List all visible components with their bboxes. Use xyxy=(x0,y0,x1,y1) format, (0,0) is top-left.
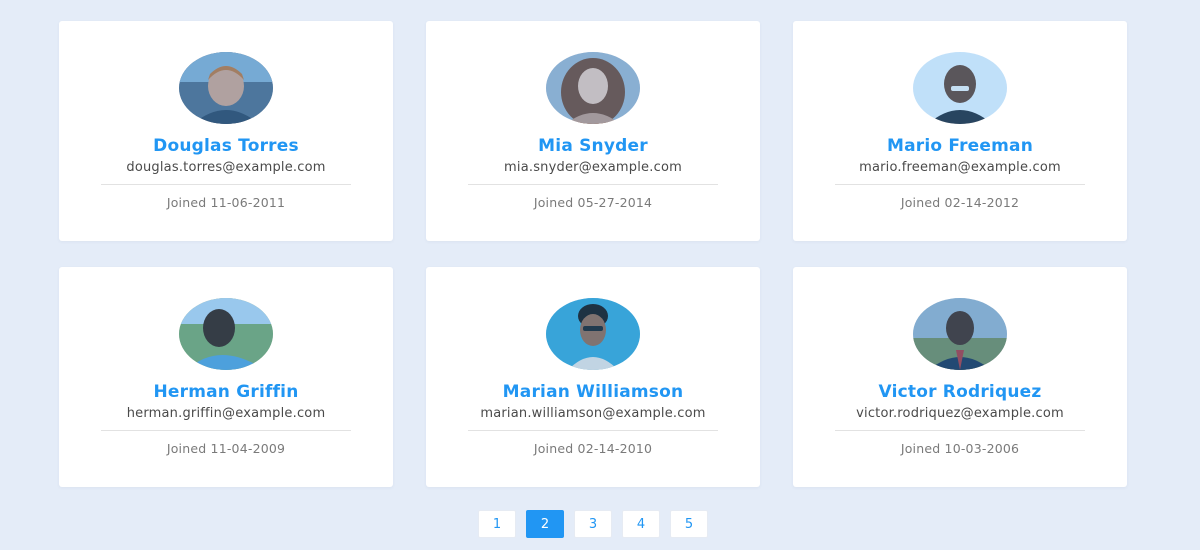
user-photo-icon xyxy=(546,52,640,124)
page-button-4[interactable]: 4 xyxy=(622,510,660,538)
user-email: mario.freeman@example.com xyxy=(859,160,1061,175)
card-divider xyxy=(468,184,718,185)
user-avatar xyxy=(913,298,1007,370)
pagination: 1 2 3 4 5 xyxy=(478,510,708,538)
user-joined-date: Joined 02-14-2010 xyxy=(533,441,653,456)
card-divider xyxy=(101,184,351,185)
page-button-2[interactable]: 2 xyxy=(526,510,564,538)
page-button-3[interactable]: 3 xyxy=(574,510,612,538)
user-card[interactable]: Herman Griffin herman.griffin@example.co… xyxy=(59,267,393,487)
user-name[interactable]: Herman Griffin xyxy=(153,382,298,402)
user-photo-icon xyxy=(913,298,1007,370)
user-card[interactable]: Mario Freeman mario.freeman@example.com … xyxy=(793,21,1127,241)
user-card[interactable]: Mia Snyder mia.snyder@example.com Joined… xyxy=(426,21,760,241)
user-card[interactable]: Marian Williamson marian.williamson@exam… xyxy=(426,267,760,487)
card-divider xyxy=(101,430,351,431)
user-email: herman.griffin@example.com xyxy=(126,406,326,421)
user-card-grid: Douglas Torres douglas.torres@example.co… xyxy=(59,21,1127,487)
user-photo-icon xyxy=(913,52,1007,124)
card-divider xyxy=(835,430,1085,431)
user-avatar xyxy=(546,298,640,370)
user-name[interactable]: Victor Rodriquez xyxy=(879,382,1042,402)
user-name[interactable]: Mario Freeman xyxy=(887,136,1033,156)
user-card[interactable]: Douglas Torres douglas.torres@example.co… xyxy=(59,21,393,241)
page-button-1[interactable]: 1 xyxy=(478,510,516,538)
user-photo-icon xyxy=(179,298,273,370)
user-joined-date: Joined 05-27-2014 xyxy=(533,195,653,210)
user-card[interactable]: Victor Rodriquez victor.rodriquez@exampl… xyxy=(793,267,1127,487)
user-email: victor.rodriquez@example.com xyxy=(856,406,1064,421)
user-photo-icon xyxy=(546,298,640,370)
card-divider xyxy=(468,430,718,431)
user-avatar xyxy=(913,52,1007,124)
user-joined-date: Joined 11-06-2011 xyxy=(166,195,286,210)
user-email: marian.williamson@example.com xyxy=(480,406,706,421)
user-name[interactable]: Marian Williamson xyxy=(503,382,684,402)
user-photo-icon xyxy=(179,52,273,124)
page-button-5[interactable]: 5 xyxy=(670,510,708,538)
user-joined-date: Joined 11-04-2009 xyxy=(166,441,286,456)
user-email: douglas.torres@example.com xyxy=(126,160,326,175)
user-name[interactable]: Mia Snyder xyxy=(538,136,648,156)
user-avatar xyxy=(179,52,273,124)
user-name[interactable]: Douglas Torres xyxy=(153,136,299,156)
user-email: mia.snyder@example.com xyxy=(504,160,682,175)
user-joined-date: Joined 10-03-2006 xyxy=(900,441,1020,456)
user-avatar xyxy=(179,298,273,370)
card-divider xyxy=(835,184,1085,185)
user-joined-date: Joined 02-14-2012 xyxy=(900,195,1020,210)
user-avatar xyxy=(546,52,640,124)
